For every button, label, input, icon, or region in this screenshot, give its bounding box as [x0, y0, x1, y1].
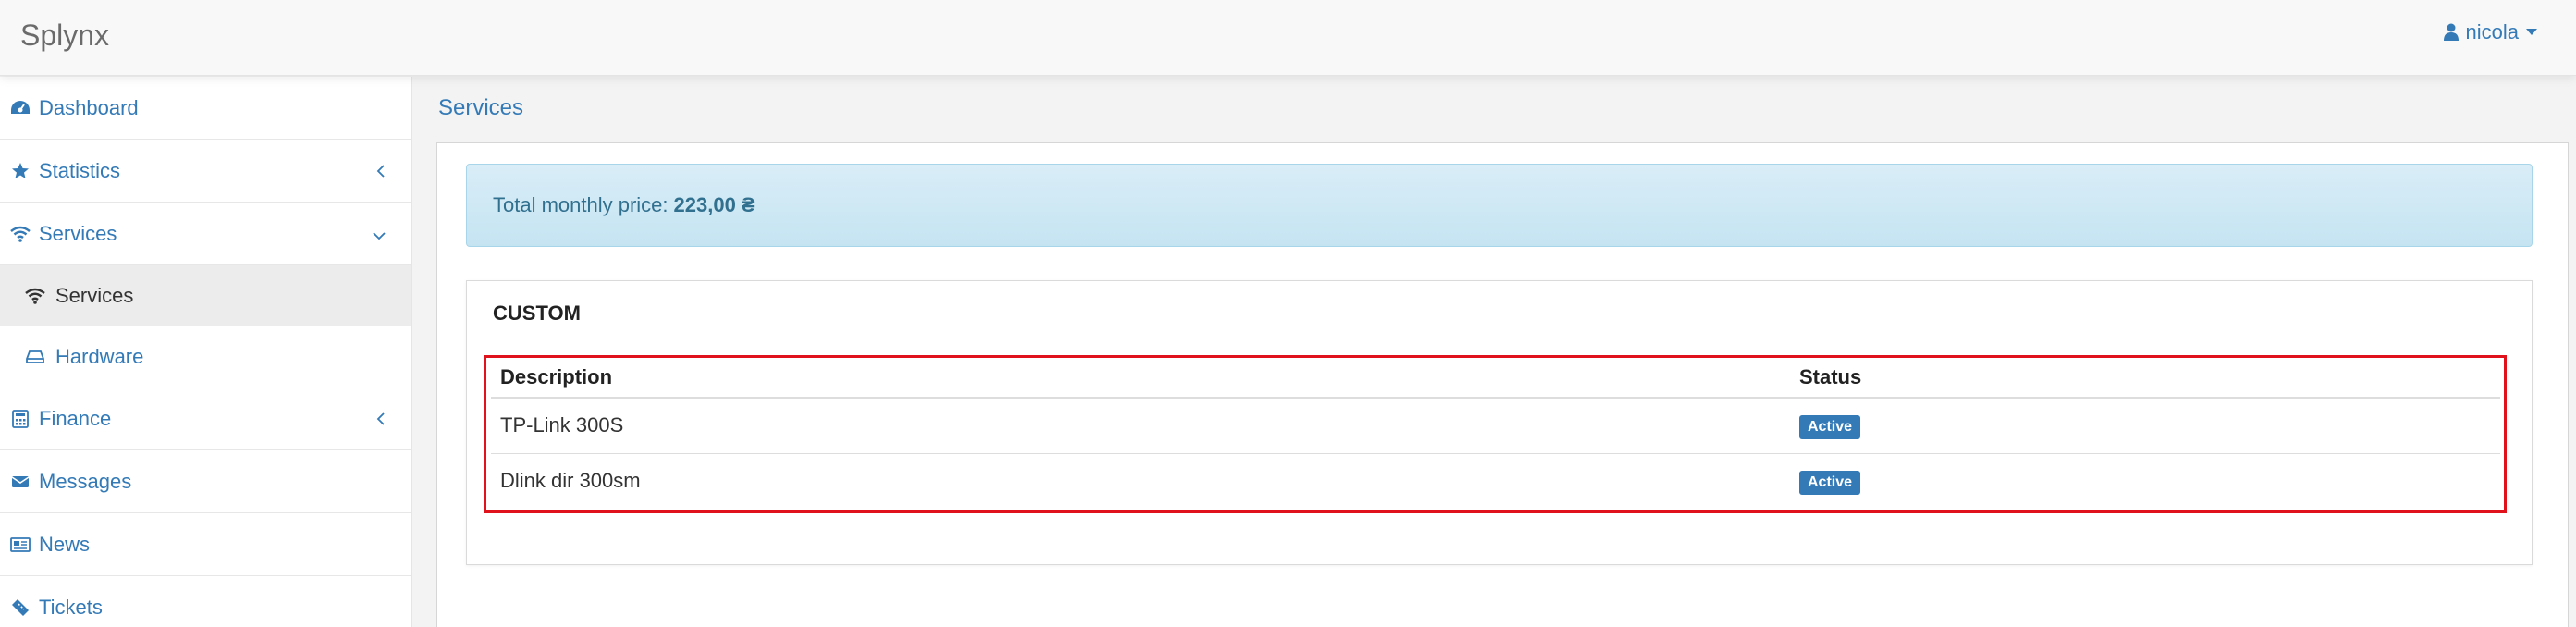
table-row[interactable]: Dlink dir 300sm Active — [491, 453, 2500, 509]
total-price-alert: Total monthly price: 223,00 ₴ — [466, 164, 2533, 247]
envelope-icon — [9, 472, 31, 492]
sidebar-item-label: News — [39, 532, 91, 556]
calculator-icon — [9, 409, 31, 429]
sidebar-item-tickets[interactable]: Tickets — [0, 576, 411, 627]
sidebar-item-messages[interactable]: Messages — [0, 450, 411, 513]
user-icon — [2443, 23, 2459, 42]
brand-logo[interactable]: Splynx — [20, 18, 109, 53]
hdd-icon — [24, 347, 46, 367]
sidebar-item-dashboard[interactable]: Dashboard — [0, 77, 411, 140]
star-icon — [9, 161, 31, 181]
user-menu[interactable]: nicola — [2443, 20, 2537, 44]
sidebar-item-statistics[interactable]: Statistics — [0, 140, 411, 203]
main-content: Services Total monthly price: 223,00 ₴ C… — [413, 77, 2576, 627]
newspaper-icon — [9, 535, 31, 555]
column-header-description: Description — [491, 357, 1790, 399]
content-panel: Total monthly price: 223,00 ₴ CUSTOM Des… — [436, 142, 2569, 627]
sidebar-item-label: Statistics — [39, 158, 121, 182]
dashboard-icon — [9, 98, 31, 118]
wifi-icon — [9, 224, 31, 244]
chevron-down-icon — [373, 222, 386, 246]
wifi-icon — [24, 286, 46, 306]
top-navbar: Splynx nicola — [0, 0, 2576, 76]
table-row[interactable]: TP-Link 300S Active — [491, 398, 2500, 454]
sidebar-item-label: Services — [39, 221, 117, 245]
sidebar-item-label: Hardware — [55, 344, 144, 368]
sidebar-item-label: Dashboard — [39, 95, 139, 119]
services-box: CUSTOM Description Status TP-Link 300S A… — [466, 280, 2533, 565]
sidebar-item-news[interactable]: News — [0, 513, 411, 576]
service-description: Dlink dir 300sm — [500, 469, 641, 493]
sidebar-item-label: Messages — [39, 469, 132, 493]
sidebar-item-label: Tickets — [39, 595, 103, 619]
sidebar-item-services[interactable]: Services — [0, 203, 411, 265]
box-title: CUSTOM — [493, 301, 581, 325]
services-table: Description Status TP-Link 300S Active D… — [491, 357, 2500, 509]
user-name: nicola — [2465, 20, 2519, 43]
chevron-left-icon — [376, 407, 386, 431]
table-header-row: Description Status — [491, 357, 2500, 399]
ticket-icon — [9, 597, 31, 618]
caret-down-icon — [2526, 29, 2537, 36]
sidebar-subitem-hardware[interactable]: Hardware — [0, 326, 411, 387]
sidebar-item-label: Services — [55, 283, 134, 307]
sidebar-subitem-services[interactable]: Services — [0, 265, 411, 326]
chevron-left-icon — [376, 159, 386, 183]
total-price-label: Total monthly price: — [493, 193, 669, 216]
sidebar: Dashboard Statistics Services Services H… — [0, 77, 412, 627]
status-badge: Active — [1799, 414, 1861, 439]
sidebar-item-finance[interactable]: Finance — [0, 387, 411, 450]
sidebar-item-label: Finance — [39, 406, 112, 430]
column-header-status: Status — [1790, 357, 2500, 399]
total-price-value: 223,00 ₴ — [673, 193, 755, 216]
page-title: Services — [438, 95, 524, 120]
service-description: TP-Link 300S — [491, 398, 1790, 454]
status-badge: Active — [1799, 470, 1861, 495]
